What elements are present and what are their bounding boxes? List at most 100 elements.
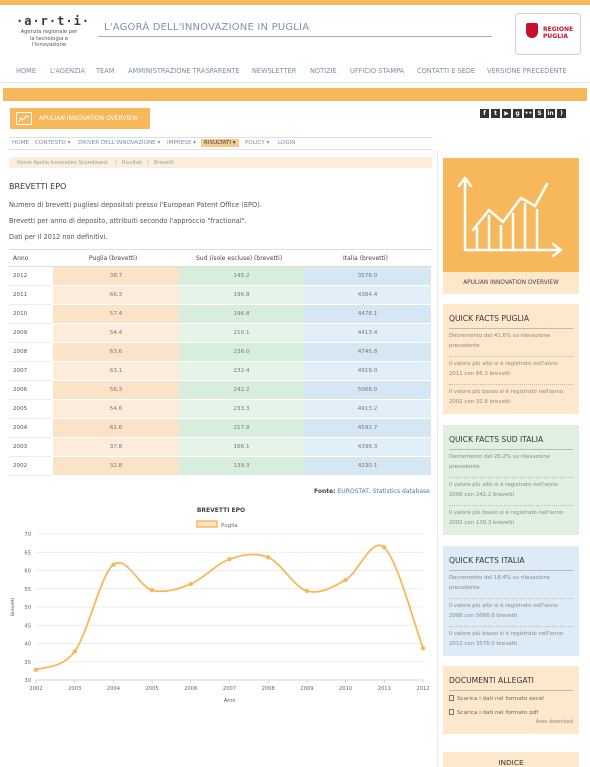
subnav-home[interactable]: HOME <box>12 140 29 146</box>
nav-item-team[interactable]: TEAM <box>96 67 114 75</box>
x-tick-label: 2003 <box>68 686 81 692</box>
data-point <box>33 667 39 672</box>
indice-title: INDICE <box>498 758 524 767</box>
subnav-policy[interactable]: POLICY ▾ <box>245 140 269 146</box>
y-tick-label: 50 <box>24 605 31 611</box>
orange-banner-bar <box>3 88 587 101</box>
subnav-login[interactable]: LOGIN <box>278 140 296 146</box>
cell-italia: 4413.4 <box>304 324 431 342</box>
y-tick-label: 65 <box>24 550 31 556</box>
google-plus-icon[interactable]: g <box>513 109 522 118</box>
document-icon <box>449 709 454 715</box>
table-row: 2005 54.6 233.3 4913.2 <box>9 400 432 419</box>
cell-sud: 210.1 <box>179 324 304 342</box>
cell-sud: 236.0 <box>179 343 304 361</box>
quick-fact-item: Il valore più basso si è registrato nell… <box>449 631 564 647</box>
subnav-imprese[interactable]: IMPRESE ▾ <box>167 140 196 146</box>
table-row: 2008 63.6 236.0 4745.8 <box>9 343 432 362</box>
data-source: Fonte: EUROSTAT, Statistics database <box>314 488 430 495</box>
nav-item-agenzia[interactable]: L'AGENZIA <box>50 67 85 75</box>
arti-logo[interactable]: ·a·r·t·i· <box>16 14 90 28</box>
data-point <box>188 581 193 587</box>
cell-anno: 2008 <box>13 349 28 355</box>
y-tick-label: 55 <box>24 587 31 593</box>
subnav-contesto[interactable]: CONTESTO ▾ <box>35 140 70 146</box>
data-point <box>266 555 271 560</box>
cell-sud: 242.2 <box>179 381 304 399</box>
legend-swatch <box>196 520 218 528</box>
table-row: 2009 54.4 210.1 4413.4 <box>9 324 432 343</box>
quick-fact-item: Il valore più alto si è registrato nell'… <box>449 478 573 506</box>
cell-italia: 4919.0 <box>304 362 431 380</box>
x-tick-label: 2011 <box>378 686 391 692</box>
nav-item-home[interactable]: HOME <box>16 67 36 75</box>
nav-item-contatti[interactable]: CONTATTI E SEDE <box>417 67 475 75</box>
cell-sud: 166.1 <box>179 438 304 456</box>
y-tick-label: 45 <box>24 623 31 629</box>
quick-fact-item: Il valore più basso si è registrato nell… <box>449 510 564 526</box>
nav-item-versione-precedente[interactable]: VERSIONE PRECEDENTE <box>487 67 567 75</box>
nav-item-newsletter[interactable]: NEWSLETTER <box>252 67 296 75</box>
row-divider <box>9 475 53 476</box>
data-point <box>420 646 426 651</box>
cell-sud: 196.8 <box>179 286 304 304</box>
breadcrumb-home[interactable]: Home Apulia Innovation Scoreboard <box>17 160 107 166</box>
quick-fact-item: Decremento del 41.6% su rilevazione prec… <box>449 329 573 357</box>
cell-italia: 3576.0 <box>304 267 431 285</box>
source-link[interactable]: EUROSTAT, Statistics database <box>338 488 430 495</box>
y-tick-label: 35 <box>24 660 31 666</box>
subnav-risultati[interactable]: RISULTATI ▾ <box>201 139 239 147</box>
documents-title: DOCUMENTI ALLEGATI <box>449 676 573 691</box>
y-tick-label: 70 <box>24 532 31 538</box>
data-point <box>72 649 77 654</box>
breadcrumb-risultati[interactable]: Risultati <box>122 160 142 166</box>
sidebar-overview-card[interactable]: APULIAN INNOVATION OVERVIEW <box>443 158 579 294</box>
chart-title: BREVETTI EPO <box>197 507 245 514</box>
youtube-icon[interactable]: ▶ <box>502 109 511 118</box>
cell-puglia: 54.4 <box>53 324 179 342</box>
cell-puglia: 56.3 <box>53 381 179 399</box>
data-point <box>149 588 155 593</box>
indice-box: INDICE <box>443 752 579 767</box>
download-excel-link[interactable]: Scarica i dati nel formato excel <box>449 691 573 705</box>
x-tick-label: 2006 <box>184 686 197 692</box>
subnav-driver[interactable]: DRIVER DELL'INNOVAZIONE ▾ <box>78 140 160 146</box>
regione-puglia-logo[interactable]: REGIONE PUGLIA <box>515 13 581 55</box>
data-point <box>227 556 232 562</box>
main-nav: HOME L'AGENZIA TEAM AMMINISTRAZIONE TRAS… <box>0 64 590 80</box>
document-icon <box>449 695 454 701</box>
table-row: 2012 38.7 145.2 3576.0 <box>9 267 432 286</box>
table-row: 2004 61.6 217.8 4592.7 <box>9 419 432 438</box>
apulian-overview-button[interactable]: APULIAN INNOVATION OVERVIEW <box>10 108 150 129</box>
cell-puglia: 37.8 <box>53 438 179 456</box>
linkedin-icon[interactable]: in <box>546 109 555 118</box>
sidebar-overview-caption: APULIAN INNOVATION OVERVIEW <box>443 272 579 294</box>
cell-italia: 4384.4 <box>304 286 431 304</box>
cell-anno: 2004 <box>13 425 28 431</box>
growth-chart-icon <box>457 176 563 258</box>
x-tick-label: 2005 <box>145 686 158 692</box>
nav-item-amministrazione[interactable]: AMMINISTRAZIONE TRASPARENTE <box>128 67 240 75</box>
flickr-icon[interactable]: •• <box>524 109 533 118</box>
cell-italia: 4592.7 <box>304 419 431 437</box>
rss-icon[interactable]: ) <box>557 109 566 118</box>
nav-item-ufficio-stampa[interactable]: UFFICIO STAMPA <box>350 67 404 75</box>
nav-item-notizie[interactable]: NOTIZIE <box>310 67 337 75</box>
cell-sud: 145.2 <box>179 267 304 285</box>
download-pdf-link[interactable]: Scarica i dati nel formato pdf <box>449 705 573 719</box>
slideshare-icon[interactable]: S <box>535 109 544 118</box>
twitter-icon[interactable]: t <box>491 109 500 118</box>
data-point <box>382 545 387 550</box>
x-tick-label: 2004 <box>107 686 121 692</box>
page-description: Brevetti per anno di deposito, attribuit… <box>9 217 247 225</box>
quick-facts-puglia: QUICK FACTS PUGLIA Decremento del 41.6% … <box>443 304 579 414</box>
nav-divider <box>0 82 590 83</box>
y-tick-label: 30 <box>24 678 31 684</box>
column-header-italia: Italia (brevetti) <box>343 255 388 262</box>
cell-puglia: 38.7 <box>53 267 179 285</box>
data-point <box>111 562 116 567</box>
facebook-icon[interactable]: f <box>480 109 489 118</box>
area-download-link[interactable]: Area download <box>449 719 573 729</box>
cell-italia: 4478.1 <box>304 305 431 323</box>
documenti-allegati: DOCUMENTI ALLEGATI Scarica i dati nel fo… <box>443 666 579 734</box>
